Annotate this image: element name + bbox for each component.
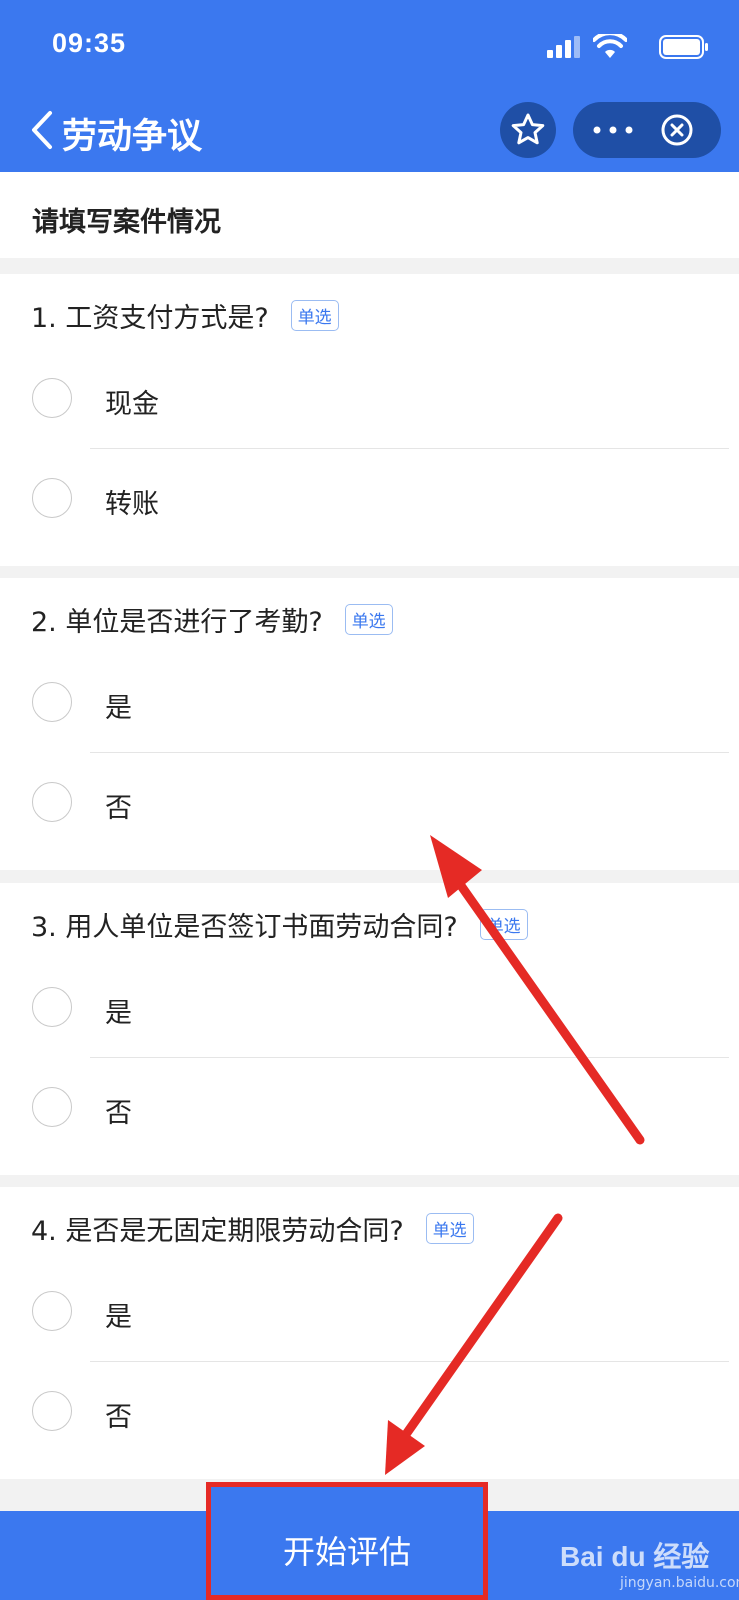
radio-button[interactable]	[32, 1291, 72, 1331]
radio-button[interactable]	[32, 378, 72, 418]
page-heading: 请填写案件情况	[32, 207, 221, 238]
single-choice-badge: 单选	[479, 909, 528, 940]
option-no[interactable]: 否	[0, 752, 739, 852]
title-bar: 09:35 劳动争议	[0, 0, 739, 172]
question-title: 3. 用人单位是否签订书面劳动合同?	[31, 912, 458, 943]
battery-icon	[659, 35, 708, 59]
radio-button[interactable]	[32, 782, 72, 822]
single-choice-badge: 单选	[344, 604, 393, 635]
favorite-button[interactable]	[500, 102, 556, 158]
start-label: 开始评估	[282, 1533, 411, 1571]
single-choice-badge: 单选	[290, 300, 339, 331]
option-label: 是	[105, 693, 132, 724]
baidu-watermark: Bai du 经验	[560, 1541, 710, 1572]
wifi-icon	[593, 34, 627, 58]
status-icons	[539, 34, 709, 60]
option-label: 是	[105, 1302, 132, 1333]
star-icon	[511, 113, 545, 145]
option-label: 否	[105, 1098, 132, 1129]
option-label: 否	[105, 793, 132, 824]
page-header: 请填写案件情况	[0, 172, 739, 258]
radio-button[interactable]	[32, 682, 72, 722]
option-yes[interactable]: 是	[0, 957, 739, 1057]
question-title: 4. 是否是无固定期限劳动合同?	[31, 1216, 404, 1247]
option-label: 是	[105, 998, 132, 1029]
start-evaluation-button[interactable]: 开始评估	[206, 1482, 488, 1600]
single-choice-badge: 单选	[425, 1213, 474, 1244]
option-transfer[interactable]: 转账	[0, 448, 739, 548]
option-no[interactable]: 否	[0, 1361, 739, 1461]
question-title: 1. 工资支付方式是?	[31, 303, 269, 334]
option-label: 现金	[105, 389, 159, 420]
option-no[interactable]: 否	[0, 1057, 739, 1157]
option-yes[interactable]: 是	[0, 652, 739, 752]
question-1: 1. 工资支付方式是? 单选 现金 转账	[0, 274, 739, 566]
nav-title: 劳动争议	[62, 117, 203, 157]
radio-button[interactable]	[32, 1087, 72, 1127]
question-2: 2. 单位是否进行了考勤? 单选 是 否	[0, 578, 739, 870]
question-title: 2. 单位是否进行了考勤?	[31, 607, 323, 638]
more-icon[interactable]	[593, 126, 633, 134]
option-label: 否	[105, 1402, 132, 1433]
status-time: 09:35	[52, 28, 127, 58]
option-yes[interactable]: 是	[0, 1261, 739, 1361]
back-icon[interactable]	[30, 110, 54, 150]
close-icon[interactable]	[661, 114, 693, 146]
option-cash[interactable]: 现金	[0, 348, 739, 448]
radio-button[interactable]	[32, 1391, 72, 1431]
option-label: 转账	[105, 489, 159, 520]
radio-button[interactable]	[32, 478, 72, 518]
question-4: 4. 是否是无固定期限劳动合同? 单选 是 否	[0, 1187, 739, 1479]
question-3: 3. 用人单位是否签订书面劳动合同? 单选 是 否	[0, 883, 739, 1175]
radio-button[interactable]	[32, 987, 72, 1027]
menu-capsule	[573, 102, 721, 158]
signal-icon	[547, 36, 581, 58]
watermark-url: jingyan.baidu.com	[620, 1575, 739, 1591]
